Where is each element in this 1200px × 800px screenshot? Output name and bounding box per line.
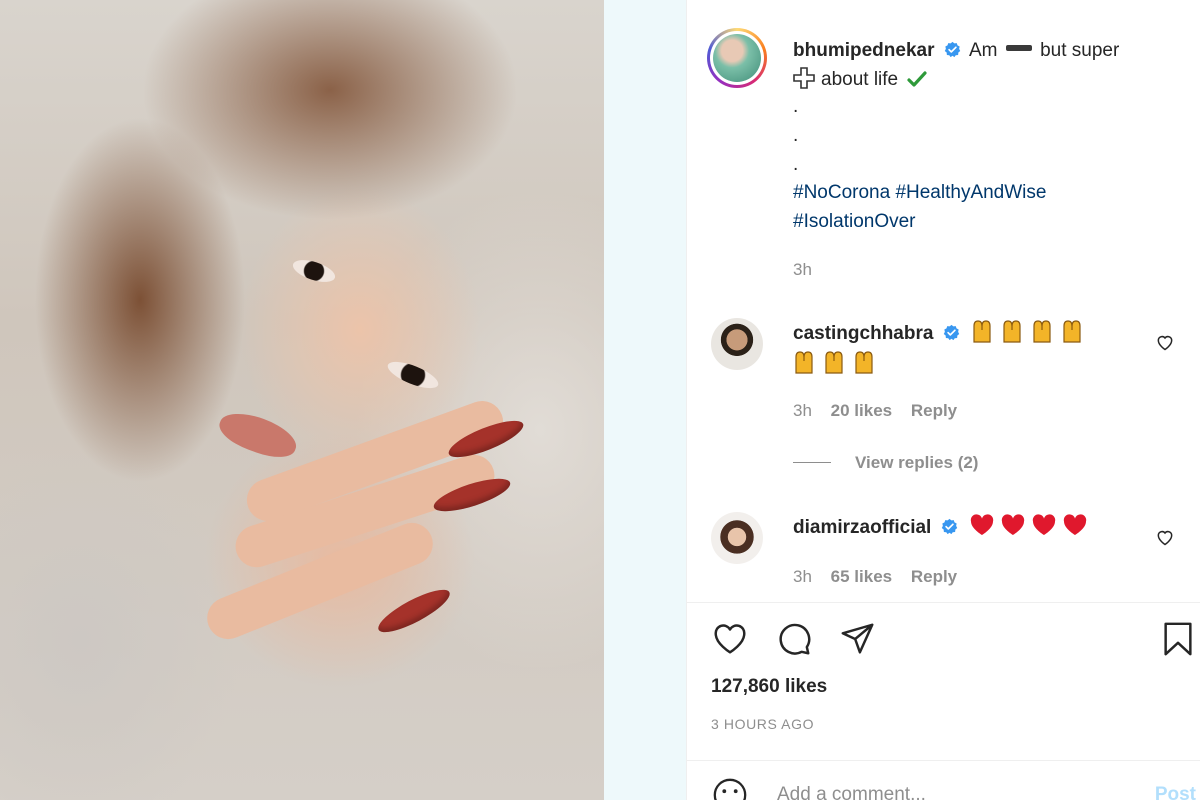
comment-body: diamirzaofficial: [793, 512, 1153, 543]
comment-time[interactable]: 3h: [793, 401, 812, 420]
caption-hashtags: #NoCorona #HealthyAndWise #IsolationOver: [793, 178, 1183, 236]
bookmark-icon[interactable]: [1159, 620, 1197, 658]
post-timestamp[interactable]: 3 HOURS AGO: [711, 716, 814, 732]
plus-emoji-icon: [793, 67, 815, 89]
post-caption: bhumipednekar Am but super about life: [793, 36, 1183, 94]
caption-dots: . . .: [793, 92, 798, 179]
like-comment-heart-icon[interactable]: [1155, 527, 1175, 547]
comment-meta: 3h 20 likes Reply: [793, 401, 971, 421]
caption-dot: .: [793, 96, 799, 117]
post-photo[interactable]: [0, 0, 604, 800]
comment-icon[interactable]: [775, 620, 813, 658]
view-replies-button[interactable]: View replies (2): [793, 453, 978, 473]
comment-meta: 3h 65 likes Reply: [793, 567, 971, 587]
paper-plane-icon[interactable]: [839, 620, 877, 658]
like-comment-heart-icon[interactable]: [1155, 332, 1175, 352]
hashtag-link[interactable]: #HealthyAndWise: [895, 182, 1046, 203]
smiley-icon[interactable]: [711, 776, 749, 800]
comment-body: castingchhabra: [793, 318, 1153, 380]
comment-reply-button[interactable]: Reply: [911, 567, 957, 586]
comment-likes[interactable]: 20 likes: [831, 401, 892, 420]
comment-time[interactable]: 3h: [793, 567, 812, 586]
commenter-avatar[interactable]: [711, 318, 763, 370]
hashtag-link[interactable]: #IsolationOver: [793, 211, 916, 232]
caption-text-2: but super: [1040, 40, 1120, 61]
caption-timestamp[interactable]: 3h: [793, 260, 812, 280]
caption-text-3: about life: [821, 69, 899, 90]
actions-divider: [687, 602, 1200, 603]
minus-emoji-icon: [1005, 45, 1032, 51]
verified-badge-icon: [943, 324, 959, 341]
photo-detail-eye-left: [290, 255, 338, 287]
raised-hands-emoji-icon: [795, 351, 873, 374]
caption-username[interactable]: bhumipednekar: [793, 40, 934, 61]
photo-detail-eye-right: [384, 356, 442, 394]
comment-input[interactable]: Add a comment...: [777, 784, 926, 800]
view-replies-label: View replies (2): [855, 453, 979, 472]
verified-badge-icon: [944, 41, 961, 58]
post-side-panel: bhumipednekar Am but super about life . …: [686, 0, 1200, 800]
caption-dot: .: [793, 125, 799, 146]
view-replies-line: [793, 462, 831, 463]
photo-gap: [604, 0, 686, 800]
caption-text-1: Am: [969, 40, 998, 61]
photo-detail-lips: [214, 405, 302, 465]
red-heart-emoji-icon: [970, 514, 1087, 535]
hashtag-link[interactable]: #NoCorona: [793, 182, 890, 203]
raised-hands-emoji-icon: [973, 320, 1081, 343]
likes-count[interactable]: 127,860 likes: [711, 676, 827, 698]
comment-box-divider: [687, 760, 1200, 761]
check-emoji-icon: [907, 71, 928, 87]
photo-detail-nail: [373, 582, 455, 640]
comment-username[interactable]: diamirzaofficial: [793, 517, 931, 538]
caption-dot: .: [793, 154, 799, 175]
comment-username[interactable]: castingchhabra: [793, 323, 933, 344]
commenter-avatar[interactable]: [711, 512, 763, 564]
author-avatar[interactable]: [707, 28, 767, 88]
heart-icon[interactable]: [711, 620, 749, 658]
verified-badge-icon: [941, 518, 957, 535]
comment-likes[interactable]: 65 likes: [831, 567, 892, 586]
comment-reply-button[interactable]: Reply: [911, 401, 957, 420]
post-comment-button[interactable]: Post: [1155, 784, 1196, 800]
